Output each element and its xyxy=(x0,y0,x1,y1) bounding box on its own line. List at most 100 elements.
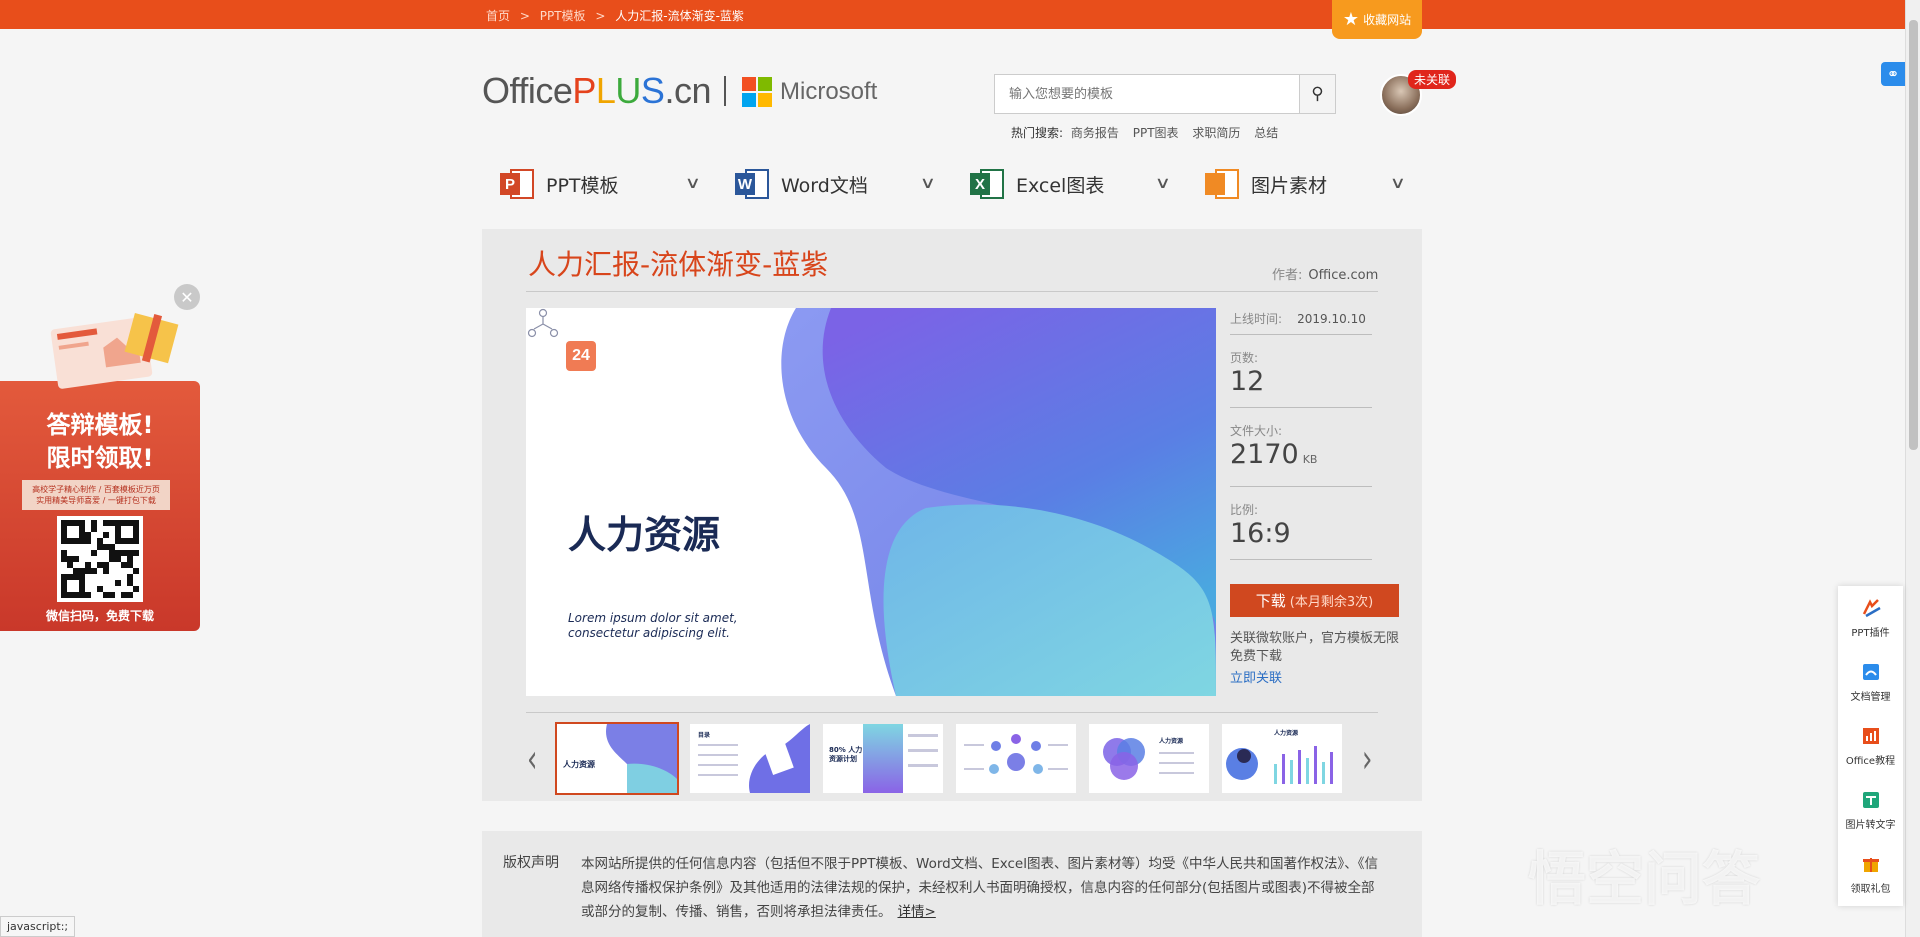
close-icon[interactable]: ✕ xyxy=(174,284,200,310)
hot-searches-label: 热门搜索: xyxy=(1011,126,1064,140)
download-note: 关联微软账户，官方模板无限免费下载 xyxy=(1230,631,1400,664)
tool-ppt-plugin[interactable]: PPT插件 xyxy=(1838,598,1903,639)
tool-label: 图片转文字 xyxy=(1845,820,1896,831)
hot-keyword[interactable]: 求职简历 xyxy=(1192,126,1240,140)
search-input[interactable] xyxy=(995,75,1299,113)
divider xyxy=(526,712,1378,713)
scrollbar-thumb[interactable] xyxy=(1909,20,1918,450)
promo-title: 答辩模板! 限时领取! xyxy=(0,409,200,475)
meta-pages: 页数: 12 xyxy=(1230,335,1372,408)
account-status-badge: 未关联 xyxy=(1408,70,1457,89)
tool-gift-pack[interactable]: 领取礼包 xyxy=(1838,854,1903,895)
copyright-label: 版权声明 xyxy=(503,855,559,871)
browser-status-bar: javascript:; xyxy=(0,916,76,937)
date-label: 上线时间: xyxy=(1230,312,1283,326)
nav-excel-charts[interactable]: X Excel图表 ∨ xyxy=(952,160,1187,208)
meta-date: 上线时间: 2019.10.10 xyxy=(1230,300,1372,335)
tool-label: Office教程 xyxy=(1845,756,1896,767)
chevron-down-icon[interactable]: ∨ xyxy=(685,173,701,192)
logo-letter: L xyxy=(595,70,616,111)
favorite-site-button[interactable]: ★ 收藏网站 xyxy=(1332,0,1422,39)
breadcrumb-home[interactable]: 首页 xyxy=(486,9,510,23)
wechat-qr-code xyxy=(57,516,143,602)
star-icon: ★ xyxy=(1342,9,1360,30)
thumbnail-slide-6[interactable]: 人力资源 xyxy=(1222,724,1342,793)
author-label: 作者: xyxy=(1272,268,1303,283)
tool-document-manage[interactable]: 文档管理 xyxy=(1838,662,1903,703)
tool-image-to-text[interactable]: 图片转文字 xyxy=(1838,790,1903,831)
copyright-details-link[interactable]: 详情> xyxy=(898,904,936,920)
size-value: 2170 xyxy=(1230,439,1299,470)
chevron-down-icon[interactable]: ∨ xyxy=(1155,173,1171,192)
thumbnail-title: 人力资源 xyxy=(1159,738,1184,745)
size-label: 文件大小: xyxy=(1230,424,1283,438)
divider xyxy=(526,291,1378,292)
meta-ratio: 比例: 16:9 xyxy=(1230,487,1372,560)
thumbnail-slide-3[interactable]: 80% 人力资源计划 xyxy=(823,724,943,793)
nav-ppt-templates[interactable]: P PPT模板 ∨ xyxy=(482,160,717,208)
tool-office-tutorial[interactable]: Office教程 xyxy=(1838,726,1903,767)
nav-word-documents[interactable]: W Word文档 ∨ xyxy=(717,160,952,208)
logo-letter: U xyxy=(615,70,641,111)
vertical-scrollbar[interactable] xyxy=(1905,0,1920,937)
tool-label: PPT插件 xyxy=(1851,628,1890,639)
search-button[interactable]: ⚲ xyxy=(1299,75,1335,113)
thumbnail-next-arrow[interactable]: › xyxy=(1362,738,1372,783)
breadcrumb-separator: > xyxy=(595,9,606,23)
image-icon xyxy=(1205,167,1239,201)
breadcrumb-current: 人力汇报-流体渐变-蓝紫 xyxy=(615,9,744,23)
hot-keyword[interactable]: PPT图表 xyxy=(1133,126,1179,140)
download-button[interactable]: 下载 (本月剩余3次) xyxy=(1230,584,1399,617)
image-to-text-icon xyxy=(1862,792,1879,808)
logo-domain: .cn xyxy=(664,70,711,111)
link-account-link[interactable]: 立即关联 xyxy=(1230,667,1282,686)
meta-size: 文件大小: 2170 KB xyxy=(1230,408,1372,487)
template-title: 人力汇报-流体渐变-蓝紫 xyxy=(528,248,829,281)
date-value: 2019.10.10 xyxy=(1297,312,1366,326)
share-link-icon[interactable]: ⚭ xyxy=(1881,62,1905,86)
download-remaining: (本月剩余3次) xyxy=(1289,595,1374,610)
thumbnail-prev-arrow[interactable]: ‹ xyxy=(527,738,537,783)
ratio-label: 比例: xyxy=(1230,503,1259,517)
logo-divider xyxy=(724,76,726,106)
thumbnail-slide-1[interactable]: 人力资源 xyxy=(555,722,679,795)
wukong-watermark: 悟空问答 xyxy=(1528,845,1761,913)
breadcrumb-category[interactable]: PPT模板 xyxy=(540,9,586,23)
chevron-down-icon[interactable]: ∨ xyxy=(1390,173,1406,192)
top-bar xyxy=(0,0,1905,29)
hot-keyword[interactable]: 商务报告 xyxy=(1071,126,1119,140)
thumbnail-strip: 人力资源 目录 80% 人力资源计划 人力资源 人力资源 xyxy=(555,722,1342,795)
copyright-body: 本网站所提供的任何信息内容（包括但不限于PPT模板、Word文档、Excel图表… xyxy=(581,856,1378,920)
promo-ribbon-line: 高校学子精心制作 / 百套模板近万页 xyxy=(32,485,160,494)
logo-text: Office xyxy=(482,70,573,111)
people-network-icon xyxy=(527,308,559,338)
thumbnail-slide-4[interactable] xyxy=(956,724,1076,793)
chevron-down-icon[interactable]: ∨ xyxy=(920,173,936,192)
nav-label: Word文档 xyxy=(781,174,868,197)
category-nav: P PPT模板 ∨ W Word文档 ∨ X Excel图表 ∨ 图片素材 ∨ xyxy=(482,160,1422,208)
hot-keyword[interactable]: 总结 xyxy=(1254,126,1278,140)
gift-icon xyxy=(1862,858,1879,872)
thumbnail-slide-2[interactable]: 目录 xyxy=(690,724,810,793)
pages-label: 页数: xyxy=(1230,351,1259,365)
search-box: ⚲ xyxy=(994,74,1336,114)
breadcrumb-separator: > xyxy=(519,9,530,23)
author-name: Office.com xyxy=(1308,268,1379,283)
pages-value: 12 xyxy=(1230,366,1265,397)
thumbnail-title: 人力资源 xyxy=(1274,730,1299,737)
office-tutorial-icon xyxy=(1862,728,1879,744)
template-author: 作者: Office.com xyxy=(1272,264,1378,283)
template-preview[interactable]: 24 人力资源 Lorem ipsum dolor sit amet, cons… xyxy=(526,308,1216,696)
nav-label: Excel图表 xyxy=(1016,174,1105,197)
microsoft-windows-icon xyxy=(742,77,772,107)
document-manage-icon xyxy=(1862,664,1879,680)
thumbnail-slide-5[interactable]: 人力资源 xyxy=(1089,724,1209,793)
promo-footer: 微信扫码，免费下载 xyxy=(45,609,154,623)
excel-icon: X xyxy=(970,167,1004,201)
ppt-plugin-icon xyxy=(1862,599,1881,618)
slide-subtitle: Lorem ipsum dolor sit amet, consectetur … xyxy=(568,611,738,640)
microsoft-text: Microsoft xyxy=(780,78,878,105)
officeplus-logo[interactable]: OfficePLUS.cn xyxy=(482,70,711,112)
nav-image-assets[interactable]: 图片素材 ∨ xyxy=(1187,160,1422,208)
ratio-value: 16:9 xyxy=(1230,518,1291,549)
